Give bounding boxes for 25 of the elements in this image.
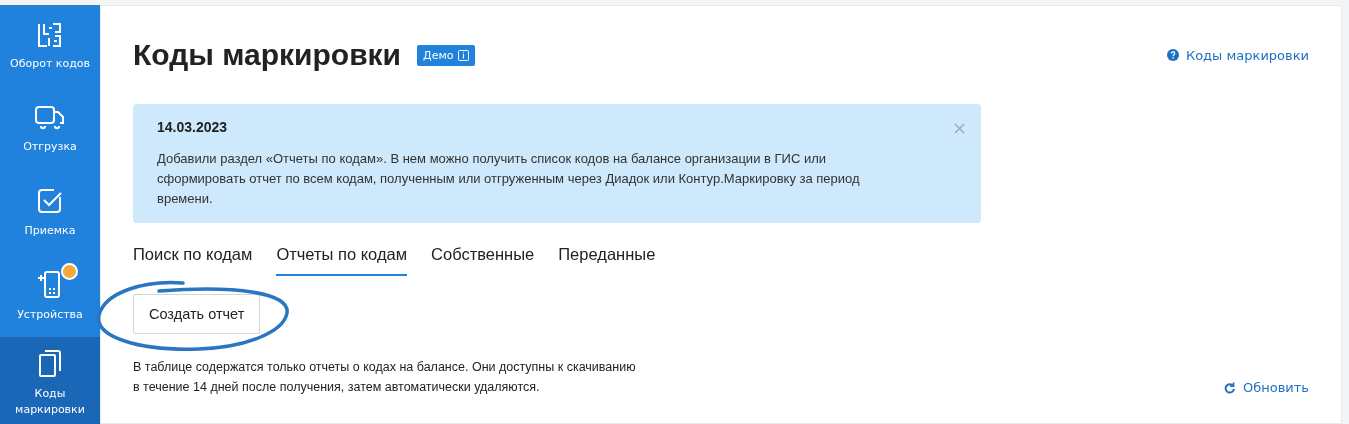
close-icon[interactable] — [954, 123, 965, 134]
help-link[interactable]: Коды маркировки — [1166, 47, 1309, 63]
info-text: В таблице содержатся только отчеты о кодах на балансе. Они доступны к скачиванию в течение 14 дней после получения, затем автоматически удаляются. — [133, 359, 636, 396]
sidebar-item[interactable]: Приемка — [0, 171, 100, 254]
tab[interactable]: Поиск по кодам — [133, 245, 253, 277]
demo-badge[interactable]: Демо — [417, 44, 476, 66]
notice-text: Добавили раздел «Отчеты по кодам». В нем можно получить список кодов на балансе организации в ГИС или сформировать отчет по всем кодам, полученным или отгруженным через Диадок или Контур.Маркировку за период времени. — [157, 150, 861, 209]
sidebar-item[interactable]: Устройства — [0, 254, 100, 337]
tab[interactable]: Собственные — [431, 245, 535, 277]
sidebar-item[interactable]: Коды маркировки — [0, 337, 100, 424]
notice-date: 14.03.2023 — [157, 119, 229, 135]
copies-icon — [37, 347, 63, 378]
refresh-icon — [1223, 381, 1236, 394]
qr-code-icon — [37, 21, 63, 48]
checkbox-icon — [36, 186, 64, 215]
tab[interactable]: Переданные — [558, 245, 656, 277]
sidebar-item[interactable]: Отгрузка — [0, 88, 100, 171]
sidebar-item[interactable]: Оборот кодов — [0, 5, 100, 88]
page-title: Коды маркировки — [133, 38, 402, 72]
truck-icon — [34, 104, 66, 131]
refresh-link[interactable]: Обновить — [1223, 380, 1309, 398]
create-report-button[interactable]: Создать отчет — [133, 294, 261, 335]
info-icon — [458, 49, 470, 61]
help-icon — [1166, 49, 1179, 61]
tab[interactable]: Отчеты по кодам — [276, 245, 408, 277]
